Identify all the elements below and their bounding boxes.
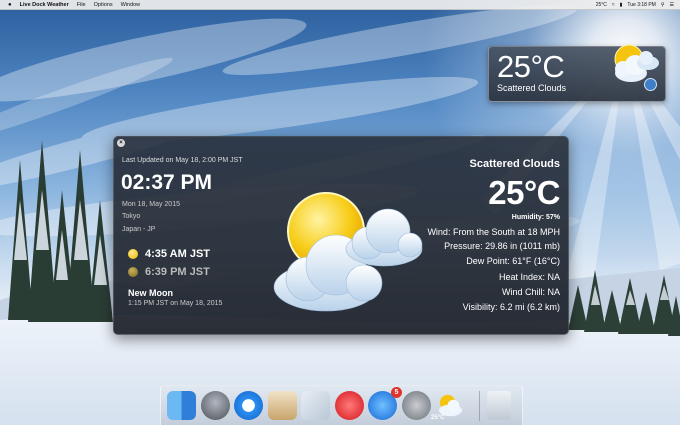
humidity: Humidity: 57% bbox=[511, 214, 560, 221]
menu-file[interactable]: File bbox=[77, 2, 86, 8]
apple-menu-icon[interactable]: ● bbox=[8, 2, 12, 8]
visibility: Visibility: 6.2 mi (6.2 km) bbox=[462, 302, 560, 312]
condition-label: Scattered Clouds bbox=[469, 158, 560, 170]
mini-weather-widget[interactable]: 25°C Scattered Clouds bbox=[488, 44, 666, 102]
photos-icon[interactable] bbox=[301, 391, 330, 420]
menubar-weather-temp[interactable]: 25°C bbox=[596, 2, 607, 8]
battery-icon[interactable]: ▮ bbox=[620, 2, 623, 8]
music-icon[interactable] bbox=[335, 391, 364, 420]
dock: 5 25°C bbox=[160, 385, 523, 425]
menu-window[interactable]: Window bbox=[121, 2, 141, 8]
sunrise-icon bbox=[128, 249, 138, 259]
desktop: ● Live Dock Weather File Options Window … bbox=[0, 0, 680, 425]
notification-center-icon[interactable]: ☰ bbox=[670, 2, 674, 8]
menubar-clock[interactable]: Tue 3:18 PM bbox=[627, 2, 655, 8]
country-name: Japan - JP bbox=[122, 226, 156, 233]
finder-icon[interactable] bbox=[167, 391, 196, 420]
menu-extras: 25°C ≈ ▮ Tue 3:18 PM ⚲ ☰ bbox=[596, 0, 674, 9]
sunset-time: 6:39 PM JST bbox=[145, 266, 210, 278]
pressure: Pressure: 29.86 in (1011 mb) bbox=[444, 241, 560, 251]
menu-app-name[interactable]: Live Dock Weather bbox=[20, 2, 69, 8]
local-time: 02:37 PM bbox=[121, 171, 213, 194]
trash-icon[interactable] bbox=[487, 391, 511, 420]
city-name: Tokyo bbox=[122, 213, 141, 220]
local-date: Mon 18, May 2015 bbox=[122, 201, 180, 208]
menu-options[interactable]: Options bbox=[94, 2, 113, 8]
dock-separator bbox=[479, 391, 480, 421]
safari-icon[interactable] bbox=[234, 391, 263, 420]
mini-temperature: 25°C bbox=[497, 49, 565, 84]
wind-chill: Wind Chill: NA bbox=[501, 287, 560, 297]
sunset-row: 6:39 PM JST bbox=[128, 265, 210, 279]
mini-condition: Scattered Clouds bbox=[497, 83, 567, 93]
sunrise-time: 4:35 AM JST bbox=[145, 248, 211, 260]
spotlight-icon[interactable]: ⚲ bbox=[661, 2, 665, 8]
wind: Wind: From the South at 18 MPH bbox=[427, 227, 560, 237]
last-updated: Last Updated on May 18, 2:00 PM JST bbox=[122, 157, 243, 164]
system-preferences-icon[interactable] bbox=[402, 391, 431, 420]
wifi-icon[interactable]: ≈ bbox=[612, 2, 615, 8]
moon-time: 1:15 PM JST on May 18, 2015 bbox=[128, 300, 223, 307]
mail-icon[interactable] bbox=[268, 391, 297, 420]
app-store-badge: 5 bbox=[391, 387, 402, 398]
close-icon[interactable]: × bbox=[117, 139, 125, 147]
partly-cloudy-large-icon bbox=[273, 192, 423, 312]
launchpad-icon[interactable] bbox=[201, 391, 230, 420]
sunrise-row: 4:35 AM JST bbox=[128, 247, 210, 261]
moon-phase: New Moon bbox=[128, 288, 173, 298]
weather-panel: × Last Updated on May 18, 2:00 PM JST 02… bbox=[113, 136, 569, 335]
widget-settings-icon[interactable] bbox=[644, 78, 657, 91]
dock-weather-temp: 25°C bbox=[431, 415, 445, 421]
current-temperature: 25°C bbox=[488, 174, 560, 211]
heat-index: Heat Index: NA bbox=[498, 272, 560, 282]
dew-point: Dew Point: 61°F (16°C) bbox=[466, 256, 560, 266]
sunset-icon bbox=[128, 267, 138, 277]
menu-bar: ● Live Dock Weather File Options Window … bbox=[0, 0, 680, 10]
